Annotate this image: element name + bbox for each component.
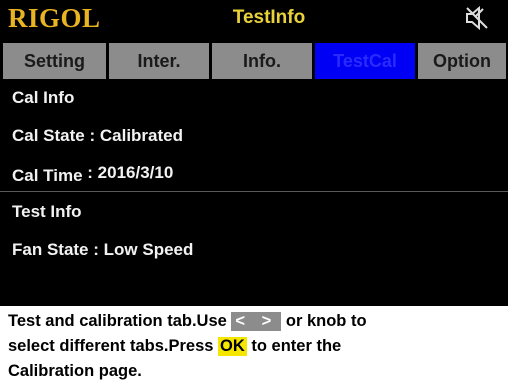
section-divider: [0, 191, 508, 192]
cal-time-value: : 2016/3/10: [87, 163, 174, 182]
cal-time-label: Cal Time: [12, 166, 83, 185]
cal-state-label: Cal State: [12, 126, 85, 145]
tab-interface[interactable]: Inter.: [109, 43, 209, 79]
ok-key-icon: OK: [218, 337, 247, 356]
cal-state-value: : Calibrated: [89, 126, 184, 145]
speaker-muted-icon: [466, 5, 488, 31]
title-bar: RIGOL TestInfo: [0, 0, 508, 36]
page-title: TestInfo: [232, 7, 306, 28]
cal-time-row: Cal Time : 2016/3/10: [12, 163, 174, 186]
test-info-heading: Test Info: [12, 202, 82, 221]
arrow-keys-icon: < >: [231, 312, 282, 331]
tab-option[interactable]: Option: [418, 43, 506, 79]
fan-state-row: Fan State : Low Speed: [12, 240, 193, 260]
fan-state-value: : Low Speed: [93, 240, 194, 259]
tab-bar: Setting Inter. Info. TestCal Option: [0, 43, 508, 79]
tab-info[interactable]: Info.: [212, 43, 312, 79]
help-text: or knob to: [285, 312, 367, 330]
help-text: to enter the: [251, 337, 342, 355]
tab-setting[interactable]: Setting: [3, 43, 106, 79]
tab-testcal[interactable]: TestCal: [315, 43, 415, 79]
help-panel: Test and calibration tab.Use < > or knob…: [0, 306, 508, 389]
help-line-3: Calibration page.: [8, 362, 142, 380]
help-line-2: select different tabs.Press OK to enter …: [8, 335, 341, 357]
help-line-1: Test and calibration tab.Use < > or knob…: [8, 310, 367, 332]
help-text: select different tabs.Press: [8, 337, 214, 355]
help-text: Test and calibration tab.Use: [8, 312, 227, 330]
rigol-logo: RIGOL: [8, 3, 101, 33]
cal-info-heading: Cal Info: [12, 88, 75, 107]
cal-state-row: Cal State : Calibrated: [12, 126, 183, 146]
fan-state-label: Fan State: [12, 240, 89, 259]
